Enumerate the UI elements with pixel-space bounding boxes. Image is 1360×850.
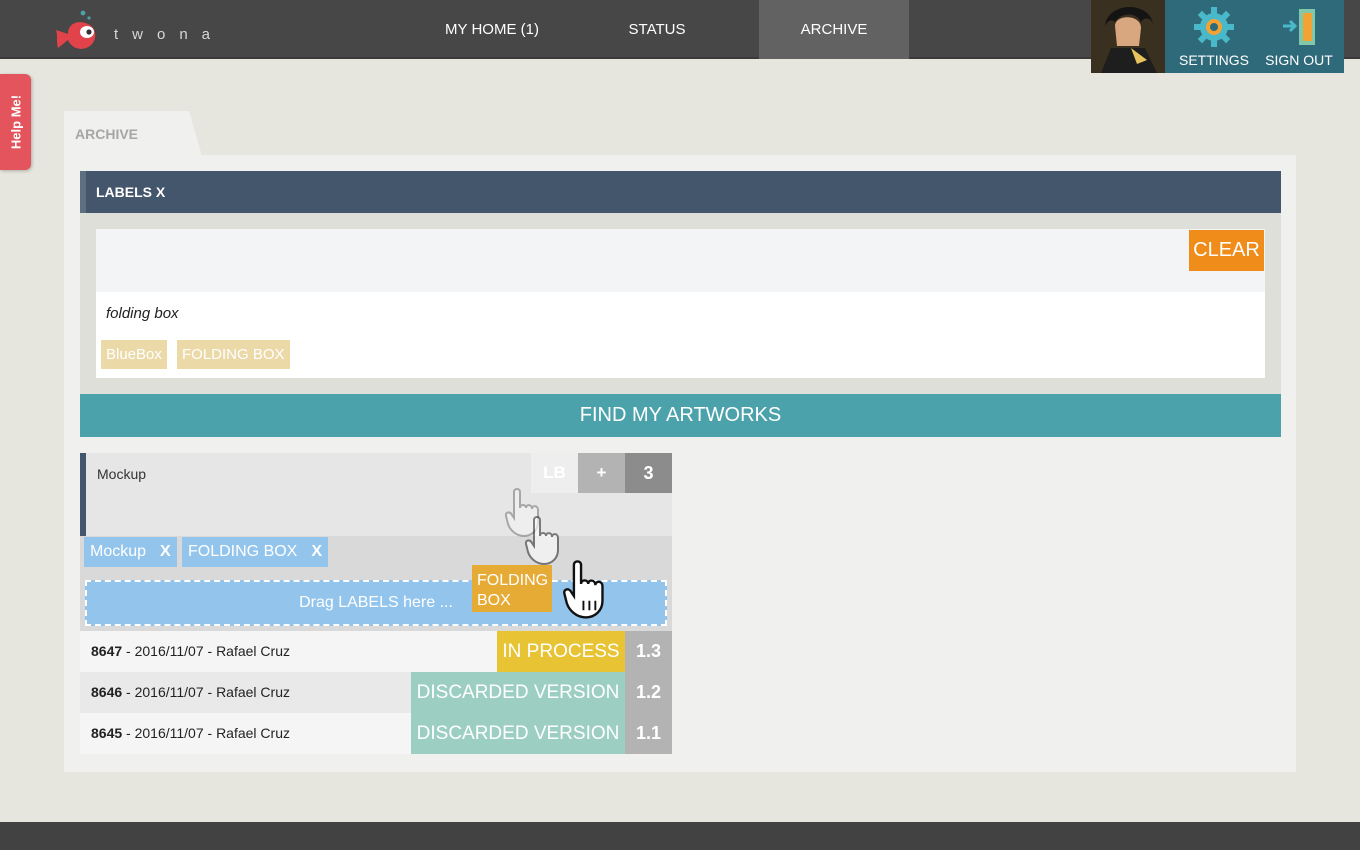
hand-cursor-icon: [563, 560, 604, 619]
card-label-text: Mockup: [90, 543, 147, 560]
dragging-label-chip[interactable]: FOLDING BOX: [472, 565, 552, 612]
version-info: 8646 - 2016/11/07 - Rafael Cruz: [91, 684, 290, 700]
nav-archive[interactable]: ARCHIVE: [759, 0, 909, 59]
version-info: 8645 - 2016/11/07 - Rafael Cruz: [91, 725, 290, 741]
version-info: 8647 - 2016/11/07 - Rafael Cruz: [91, 643, 290, 659]
fish-logo-icon[interactable]: [52, 8, 108, 63]
labels-header[interactable]: LABELS X: [80, 171, 1281, 213]
artwork-card-title: Mockup: [97, 466, 147, 482]
door-exit-icon: [1283, 9, 1315, 45]
label-chip-folding-box[interactable]: FOLDING BOX: [177, 340, 290, 369]
help-me-label: Help Me!: [8, 94, 23, 150]
sign-out-label: SIGN OUT: [1265, 52, 1333, 68]
labels-toolbar: [96, 229, 1265, 292]
lb-button[interactable]: LB: [531, 453, 578, 493]
version-row[interactable]: 8647 - 2016/11/07 - Rafael Cruz IN PROCE…: [80, 631, 672, 672]
settings-label: SETTINGS: [1178, 52, 1249, 68]
gear-icon: [1194, 7, 1234, 47]
version-row[interactable]: 8645 - 2016/11/07 - Rafael Cruz DISCARDE…: [80, 713, 672, 754]
logo-text: twona: [114, 26, 225, 43]
find-my-artworks-button[interactable]: FIND MY ARTWORKS: [80, 394, 1281, 437]
hand-cursor-icon: [524, 516, 559, 566]
label-search-input[interactable]: folding box: [106, 305, 179, 322]
status-badge: DISCARDED VERSION: [411, 672, 625, 713]
status-badge: DISCARDED VERSION: [411, 713, 625, 754]
nav-my-home[interactable]: MY HOME (1): [425, 0, 559, 59]
status-badge: IN PROCESS: [497, 631, 625, 672]
nav-status[interactable]: STATUS: [590, 0, 724, 59]
tab-archive[interactable]: ARCHIVE: [64, 111, 202, 156]
remove-label-button[interactable]: X: [160, 543, 171, 560]
clear-button[interactable]: CLEAR: [1189, 230, 1264, 271]
sign-out-button[interactable]: SIGN OUT: [1256, 0, 1342, 73]
card-label-mockup[interactable]: Mockup X: [84, 537, 177, 567]
help-me-tab[interactable]: Help Me!: [0, 74, 31, 170]
version-number: 1.3: [625, 631, 672, 672]
card-label-folding-box[interactable]: FOLDING BOX X: [182, 537, 329, 567]
label-chip-bluebox[interactable]: BlueBox: [101, 340, 167, 369]
version-count-badge: 3: [625, 453, 672, 493]
user-tools: SETTINGS SIGN OUT: [1165, 0, 1344, 73]
tab-archive-label: ARCHIVE: [75, 126, 139, 142]
remove-label-button[interactable]: X: [311, 543, 322, 560]
card-label-text: FOLDING BOX: [188, 543, 298, 560]
settings-button[interactable]: SETTINGS: [1171, 0, 1257, 73]
version-row[interactable]: 8646 - 2016/11/07 - Rafael Cruz DISCARDE…: [80, 672, 672, 713]
version-number: 1.1: [625, 713, 672, 754]
labels-header-title: LABELS X: [96, 184, 166, 200]
version-number: 1.2: [625, 672, 672, 713]
footer-bar: [0, 822, 1360, 850]
avatar[interactable]: [1091, 0, 1165, 73]
add-button[interactable]: +: [578, 453, 625, 493]
